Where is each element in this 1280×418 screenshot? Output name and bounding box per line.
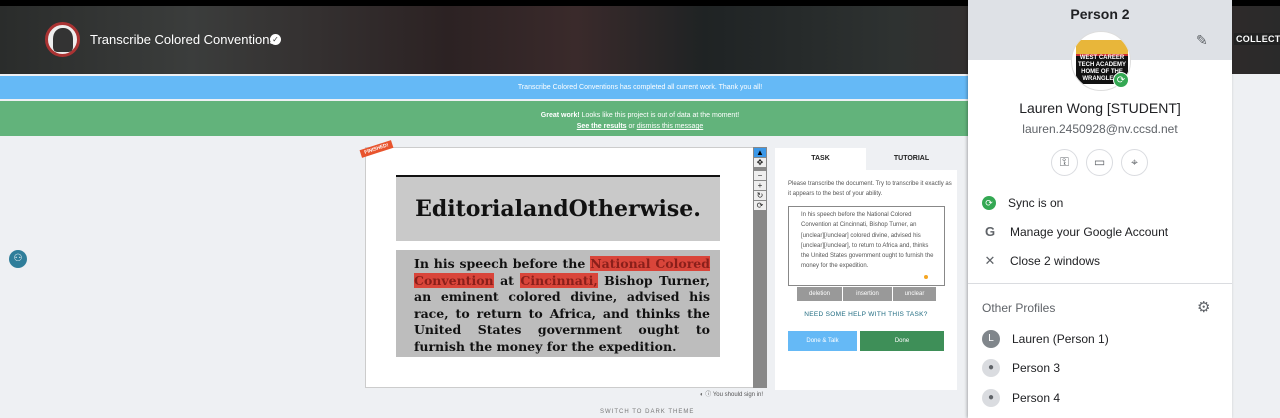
chrome-profile-panel: Person 2 ✎ WEST CAREER TECH ACADEMY HOME… <box>968 0 1232 418</box>
success-bold: Great work! <box>540 112 580 119</box>
profile-name: Person 2 <box>1070 6 1130 22</box>
page-background <box>1232 74 1280 418</box>
sync-label: Sync is on <box>1008 196 1064 210</box>
project-title[interactable]: Transcribe Colored Conventions <box>90 32 276 47</box>
addresses-pin-icon[interactable]: ⌖ <box>1121 149 1148 176</box>
newspaper-article-image: In his speech before the National Colore… <box>396 250 720 357</box>
zoom-in-icon[interactable]: + <box>754 181 766 190</box>
unclear-button[interactable]: unclear <box>893 287 936 301</box>
done-and-talk-button[interactable]: Done & Talk <box>788 331 857 351</box>
tab-tutorial[interactable]: TUTORIAL <box>866 148 957 170</box>
close-windows-label: Close 2 windows <box>1010 254 1101 268</box>
verified-icon: ✓ <box>270 34 281 45</box>
move-tool-icon[interactable]: ✥ <box>754 158 766 167</box>
sync-row[interactable]: ⟳ Sync is on <box>982 196 1063 210</box>
transcription-textarea[interactable]: In his speech before the National Colore… <box>788 206 945 286</box>
help-link[interactable]: NEED SOME HELP WITH THIS TASK? <box>775 311 957 318</box>
highlight: Cincinnati, <box>520 272 598 288</box>
task-instructions: Please transcribe the document. Try to t… <box>788 181 952 197</box>
article-text: at <box>493 272 521 288</box>
person-icon: ● <box>982 359 1000 377</box>
accessibility-icon[interactable]: ⚇ <box>9 250 27 268</box>
user-name: Lauren Wong [STUDENT] <box>1019 100 1181 116</box>
article-text: In his speech before the <box>414 256 591 271</box>
see-results-link[interactable]: See the results <box>577 123 627 130</box>
profile-item[interactable]: ● Person 4 <box>982 389 1060 407</box>
close-icon: ✕ <box>984 253 996 268</box>
or-text: or <box>626 123 637 130</box>
sign-in-text: You should sign in! <box>712 392 764 398</box>
person-icon: ● <box>982 389 1000 407</box>
nav-collect[interactable]: COLLECT <box>1234 33 1280 45</box>
close-windows-row[interactable]: ✕ Close 2 windows <box>982 253 1101 269</box>
edit-pencil-icon[interactable]: ✎ <box>1196 32 1208 49</box>
pointer-tool-icon[interactable]: ▲ <box>754 148 766 157</box>
sign-in-notice: ◐ ⓘ You should sign in! <box>700 392 764 398</box>
dismiss-link[interactable]: dismiss this message <box>637 123 704 130</box>
profile-name-label: Person 3 <box>1012 361 1061 375</box>
profile-initial-avatar: L <box>982 330 1000 348</box>
reset-icon[interactable]: ⟳ <box>754 201 766 210</box>
newspaper-headline-image: EditorialandOtherwise. <box>396 175 720 241</box>
transcription-text: In his speech before the National Colore… <box>801 212 934 270</box>
rotate-icon[interactable]: ↻ <box>754 191 766 200</box>
profile-name-label: Lauren (Person 1) <box>1012 332 1109 346</box>
dark-theme-toggle[interactable]: SWITCH TO DARK THEME <box>600 409 694 415</box>
other-profiles-label: Other Profiles <box>982 301 1056 315</box>
sync-icon: ⟳ <box>982 196 996 210</box>
payment-card-icon[interactable]: ▭ <box>1086 149 1113 176</box>
zoom-out-icon[interactable]: − <box>754 171 766 180</box>
manage-account-row[interactable]: G Manage your Google Account <box>982 224 1168 239</box>
gear-icon[interactable]: ⚙ <box>1197 298 1210 316</box>
done-button[interactable]: Done <box>860 331 944 351</box>
deletion-button[interactable]: deletion <box>797 287 842 301</box>
profile-name-label: Person 4 <box>1012 391 1061 405</box>
insertion-button[interactable]: insertion <box>843 287 892 301</box>
profile-item[interactable]: ● Person 3 <box>982 359 1060 377</box>
profile-item[interactable]: L Lauren (Person 1) <box>982 330 1109 348</box>
sync-badge-icon: ⟳ <box>1113 72 1129 88</box>
google-g-icon: G <box>984 224 996 239</box>
passwords-key-icon[interactable]: ⚿ <box>1051 149 1078 176</box>
manage-account-label: Manage your Google Account <box>1010 224 1169 239</box>
project-logo[interactable] <box>45 22 80 57</box>
user-email: lauren.2450928@nv.ccsd.net <box>1022 122 1178 136</box>
viewer-toolbar: ▲ ✥ − + ↻ ⟳ <box>753 147 767 388</box>
divider <box>968 283 1232 284</box>
success-text: Looks like this project is out of data a… <box>579 112 740 119</box>
task-panel: TASK TUTORIAL Please transcribe the docu… <box>775 148 957 390</box>
tab-task[interactable]: TASK <box>775 148 866 170</box>
